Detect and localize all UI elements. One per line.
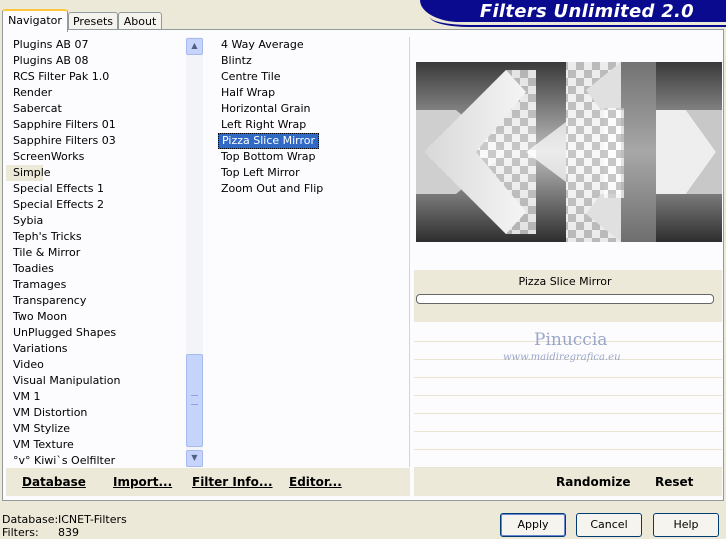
filter-item[interactable]: Pizza Slice Mirror: [218, 133, 408, 149]
category-scrollbar[interactable]: ▲ ▼: [186, 37, 203, 467]
category-item[interactable]: Tramages: [6, 277, 186, 293]
category-item[interactable]: Simple: [6, 165, 51, 181]
chevron-down-icon: ▼: [191, 453, 198, 462]
parameter-row: [414, 378, 722, 396]
chevron-up-icon: ▲: [191, 41, 198, 50]
category-item[interactable]: Special Effects 1: [6, 181, 186, 197]
banner-underline: [430, 17, 726, 27]
list-divider: [409, 37, 410, 467]
filter-item[interactable]: Left Right Wrap: [218, 117, 408, 133]
preview-graphic: [416, 62, 722, 242]
reset-button[interactable]: Reset: [655, 475, 693, 489]
apply-button[interactable]: Apply: [500, 513, 566, 537]
filter-item-label: Top Left Mirror: [221, 166, 300, 179]
randomize-button[interactable]: Randomize: [556, 475, 630, 489]
category-item[interactable]: VM 1: [6, 389, 186, 405]
database-value: ICNET-Filters: [58, 513, 127, 526]
parameter-row: [414, 414, 722, 432]
filter-item[interactable]: Centre Tile: [218, 69, 408, 85]
parameter-row: [414, 432, 722, 450]
scroll-up-button[interactable]: ▲: [186, 38, 203, 55]
editor-button[interactable]: Editor...: [289, 475, 342, 489]
parameter-row: [414, 450, 722, 468]
filter-info-button[interactable]: Filter Info...: [192, 475, 273, 489]
filter-item[interactable]: Zoom Out and Flip: [218, 181, 408, 197]
category-item[interactable]: VM Distortion: [6, 405, 186, 421]
progress-bar: [416, 294, 714, 304]
filter-item[interactable]: Blintz: [218, 53, 408, 69]
category-item[interactable]: Sapphire Filters 03: [6, 133, 186, 149]
filter-preview-image: [416, 62, 722, 242]
preview-filter-name: Pizza Slice Mirror: [518, 275, 612, 288]
import-button[interactable]: Import...: [113, 475, 172, 489]
filter-item[interactable]: 4 Way Average: [218, 37, 408, 53]
category-item[interactable]: Plugins AB 08: [6, 53, 186, 69]
filter-item-label: Blintz: [221, 54, 252, 67]
filters-count: 839: [58, 526, 79, 539]
filter-item-label: Zoom Out and Flip: [221, 182, 324, 195]
category-item[interactable]: Video: [6, 357, 186, 373]
category-item[interactable]: Teph's Tricks: [6, 229, 186, 245]
category-item[interactable]: Sapphire Filters 01: [6, 117, 186, 133]
filter-item-label: Centre Tile: [221, 70, 281, 83]
filter-list[interactable]: 4 Way Average Blintz Centre Tile Half Wrap H…: [218, 37, 408, 467]
category-item[interactable]: Visual Manipulation: [6, 373, 186, 389]
category-item[interactable]: Variations: [6, 341, 186, 357]
parameter-row: [414, 396, 722, 414]
category-item[interactable]: °v° Kiwi`s Oelfilter: [6, 453, 186, 467]
filter-item-label: Horizontal Grain: [221, 102, 311, 115]
category-item[interactable]: UnPlugged Shapes: [6, 325, 186, 341]
category-item[interactable]: Sybia: [6, 213, 186, 229]
category-item[interactable]: Two Moon: [6, 309, 186, 325]
tab-about[interactable]: About: [118, 12, 162, 30]
category-item[interactable]: RCS Filter Pak 1.0: [6, 69, 186, 85]
filter-item[interactable]: Top Bottom Wrap: [218, 149, 408, 165]
category-item[interactable]: Special Effects 2: [6, 197, 186, 213]
filter-item-label: Left Right Wrap: [221, 118, 307, 131]
category-item[interactable]: Render: [6, 85, 186, 101]
tab-presets[interactable]: Presets: [68, 12, 118, 30]
filter-item-label: Top Bottom Wrap: [221, 150, 316, 163]
filter-item-label: 4 Way Average: [221, 38, 304, 51]
category-item[interactable]: VM Stylize: [6, 421, 186, 437]
category-item[interactable]: Sabercat: [6, 101, 186, 117]
filter-item[interactable]: Half Wrap: [218, 85, 408, 101]
cancel-button[interactable]: Cancel: [576, 513, 642, 537]
scroll-thumb[interactable]: [186, 354, 203, 447]
watermark-name: Pinuccia: [534, 330, 608, 350]
category-item[interactable]: Toadies: [6, 261, 186, 277]
category-item[interactable]: Plugins AB 07: [6, 37, 186, 53]
filter-item[interactable]: Top Left Mirror: [218, 165, 408, 181]
category-item[interactable]: Transparency: [6, 293, 186, 309]
category-item[interactable]: ScreenWorks: [6, 149, 186, 165]
category-item[interactable]: VM Texture: [6, 437, 186, 453]
tab-navigator[interactable]: Navigator: [2, 9, 68, 32]
scroll-down-button[interactable]: ▼: [186, 450, 203, 467]
grip-icon: [191, 395, 198, 405]
database-button[interactable]: Database: [22, 475, 86, 489]
database-label: Database:: [2, 513, 59, 526]
help-button[interactable]: Help: [653, 513, 719, 537]
filter-item-label: Half Wrap: [221, 86, 276, 99]
filter-item[interactable]: Horizontal Grain: [218, 101, 408, 117]
category-item[interactable]: Tile & Mirror: [6, 245, 186, 261]
filters-label: Filters:: [2, 526, 39, 539]
watermark-url: www.maidiregrafica.eu: [503, 352, 621, 363]
filter-item-label: Pizza Slice Mirror: [218, 133, 320, 149]
category-list[interactable]: Plugins AB 07 Plugins AB 08 RCS Filter Pak…: [6, 37, 186, 467]
